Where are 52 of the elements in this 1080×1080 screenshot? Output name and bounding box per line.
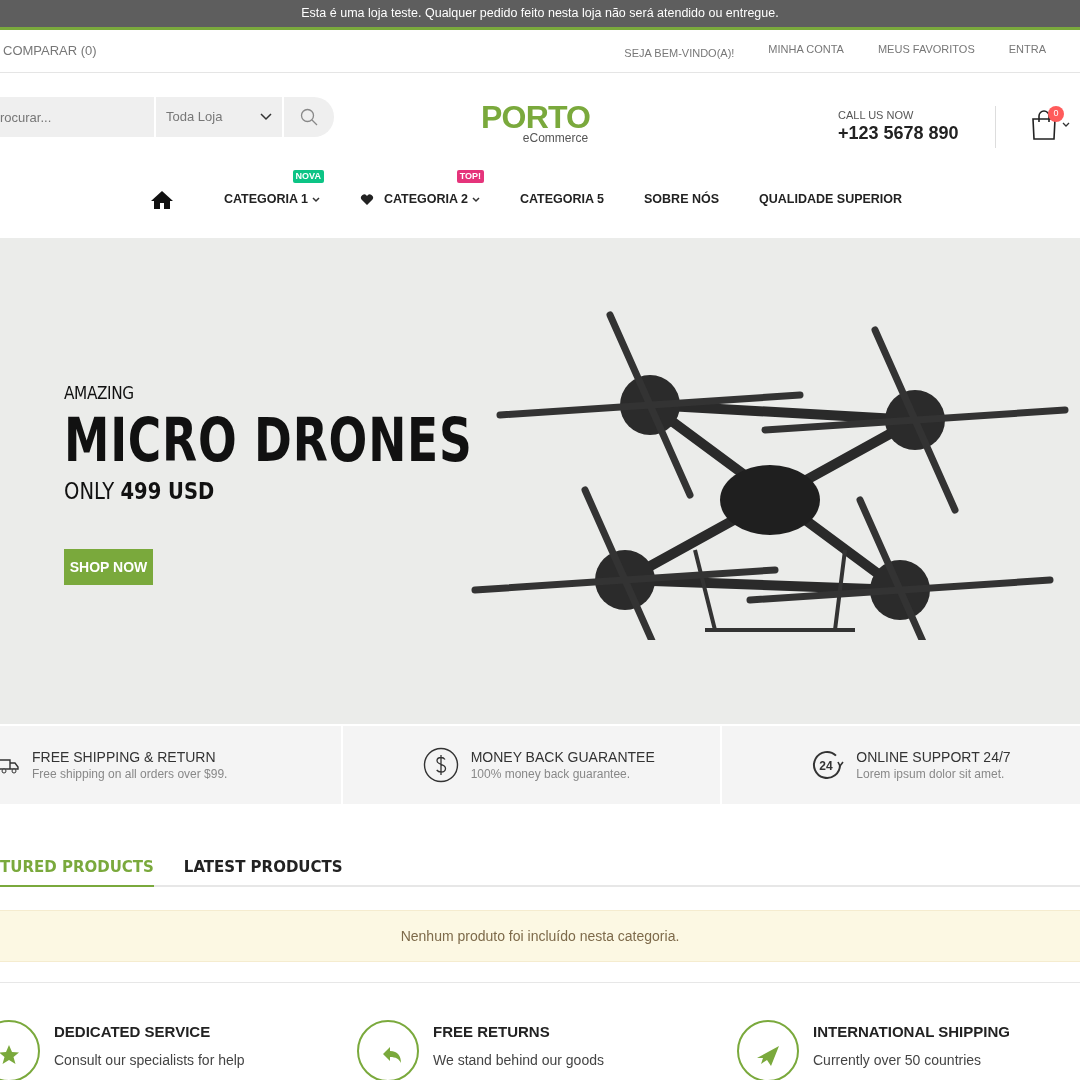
feature-text: Free shipping on all orders over $99. [32,766,228,782]
hero-title: MICRO DRONES [64,404,473,476]
cart-count-badge: 0 [1048,106,1064,122]
feature-title: MONEY BACK GUARANTEE [470,748,655,766]
service-text: Consult our specialists for help [54,1051,245,1070]
chevron-down-icon [1062,122,1070,128]
top-link[interactable]: SEJA BEM-VINDO(A)! [624,44,735,62]
nav-link[interactable]: CATEGORIA 1 [223,190,320,209]
store-select[interactable]: Toda Loja [156,97,282,137]
search-button[interactable] [284,97,334,137]
nav-link[interactable]: SOBRE NÓS [644,190,720,209]
home-icon[interactable] [149,189,174,210]
nav-badge: TOP! [456,170,484,184]
service-text: We stand behind our goods [433,1051,604,1070]
nav-link[interactable]: CATEGORIA 2 [359,190,480,209]
feature-text: Lorem ipsum dolor sit amet. [856,766,1006,782]
empty-category-message: Nenhum produto foi incluído nesta categoria. [0,910,1080,962]
product-tab[interactable]: TURED PRODUCTS [0,855,154,887]
nav-link[interactable]: CATEGORIA 5 [519,190,604,209]
shop-now-button[interactable]: SHOP NOW [64,549,153,585]
feature-text: 100% money back guarantee. [470,766,632,782]
chevron-down-icon [311,196,320,203]
notice-bar: Esta é uma loja teste. Qualquer pedido feito nesta loja não será atendido ou entregue. [0,0,1080,30]
shopping-bag-icon [1030,109,1058,141]
search-field[interactable]: rocurar... [0,97,154,137]
call-label: CALL US NOW [838,109,915,122]
heart-icon [359,193,374,206]
product-tab[interactable]: LATEST PRODUCTS [183,855,343,887]
logo[interactable]: PORTO [481,103,591,131]
search-icon [300,108,318,126]
nav-link[interactable]: QUALIDADE SUPERIOR [759,190,903,209]
hero-kicker: AMAZING [64,382,135,404]
nav-badge: NOVA [292,170,324,184]
top-link[interactable]: MINHA CONTA [768,40,844,58]
dollar-icon [422,747,459,783]
service-title: FREE RETURNS [433,1022,551,1042]
chevron-down-icon [471,196,480,203]
chevron-down-icon [260,113,272,121]
logo-tagline: eCommerce [522,131,589,145]
feature-title: ONLINE SUPPORT 24/7 [856,748,1011,766]
service-text: Currently over 50 countries [813,1051,983,1070]
top-link[interactable]: ENTRA [1008,40,1046,58]
service-title: INTERNATIONAL SHIPPING [813,1022,1010,1042]
compare-link[interactable]: COMPARAR (0) [3,41,97,61]
paper-plane-icon [737,1020,799,1080]
cart-button[interactable]: 0 [1030,108,1080,142]
reply-arrow-icon [357,1020,419,1080]
service-title: DEDICATED SERVICE [54,1022,212,1042]
feature-title: FREE SHIPPING & RETURN [32,748,217,766]
phone-number: +123 5678 890 [838,122,959,144]
hero-price: ONLY 499 USD [64,477,216,506]
top-link[interactable]: MEUS FAVORITOS [877,40,975,58]
